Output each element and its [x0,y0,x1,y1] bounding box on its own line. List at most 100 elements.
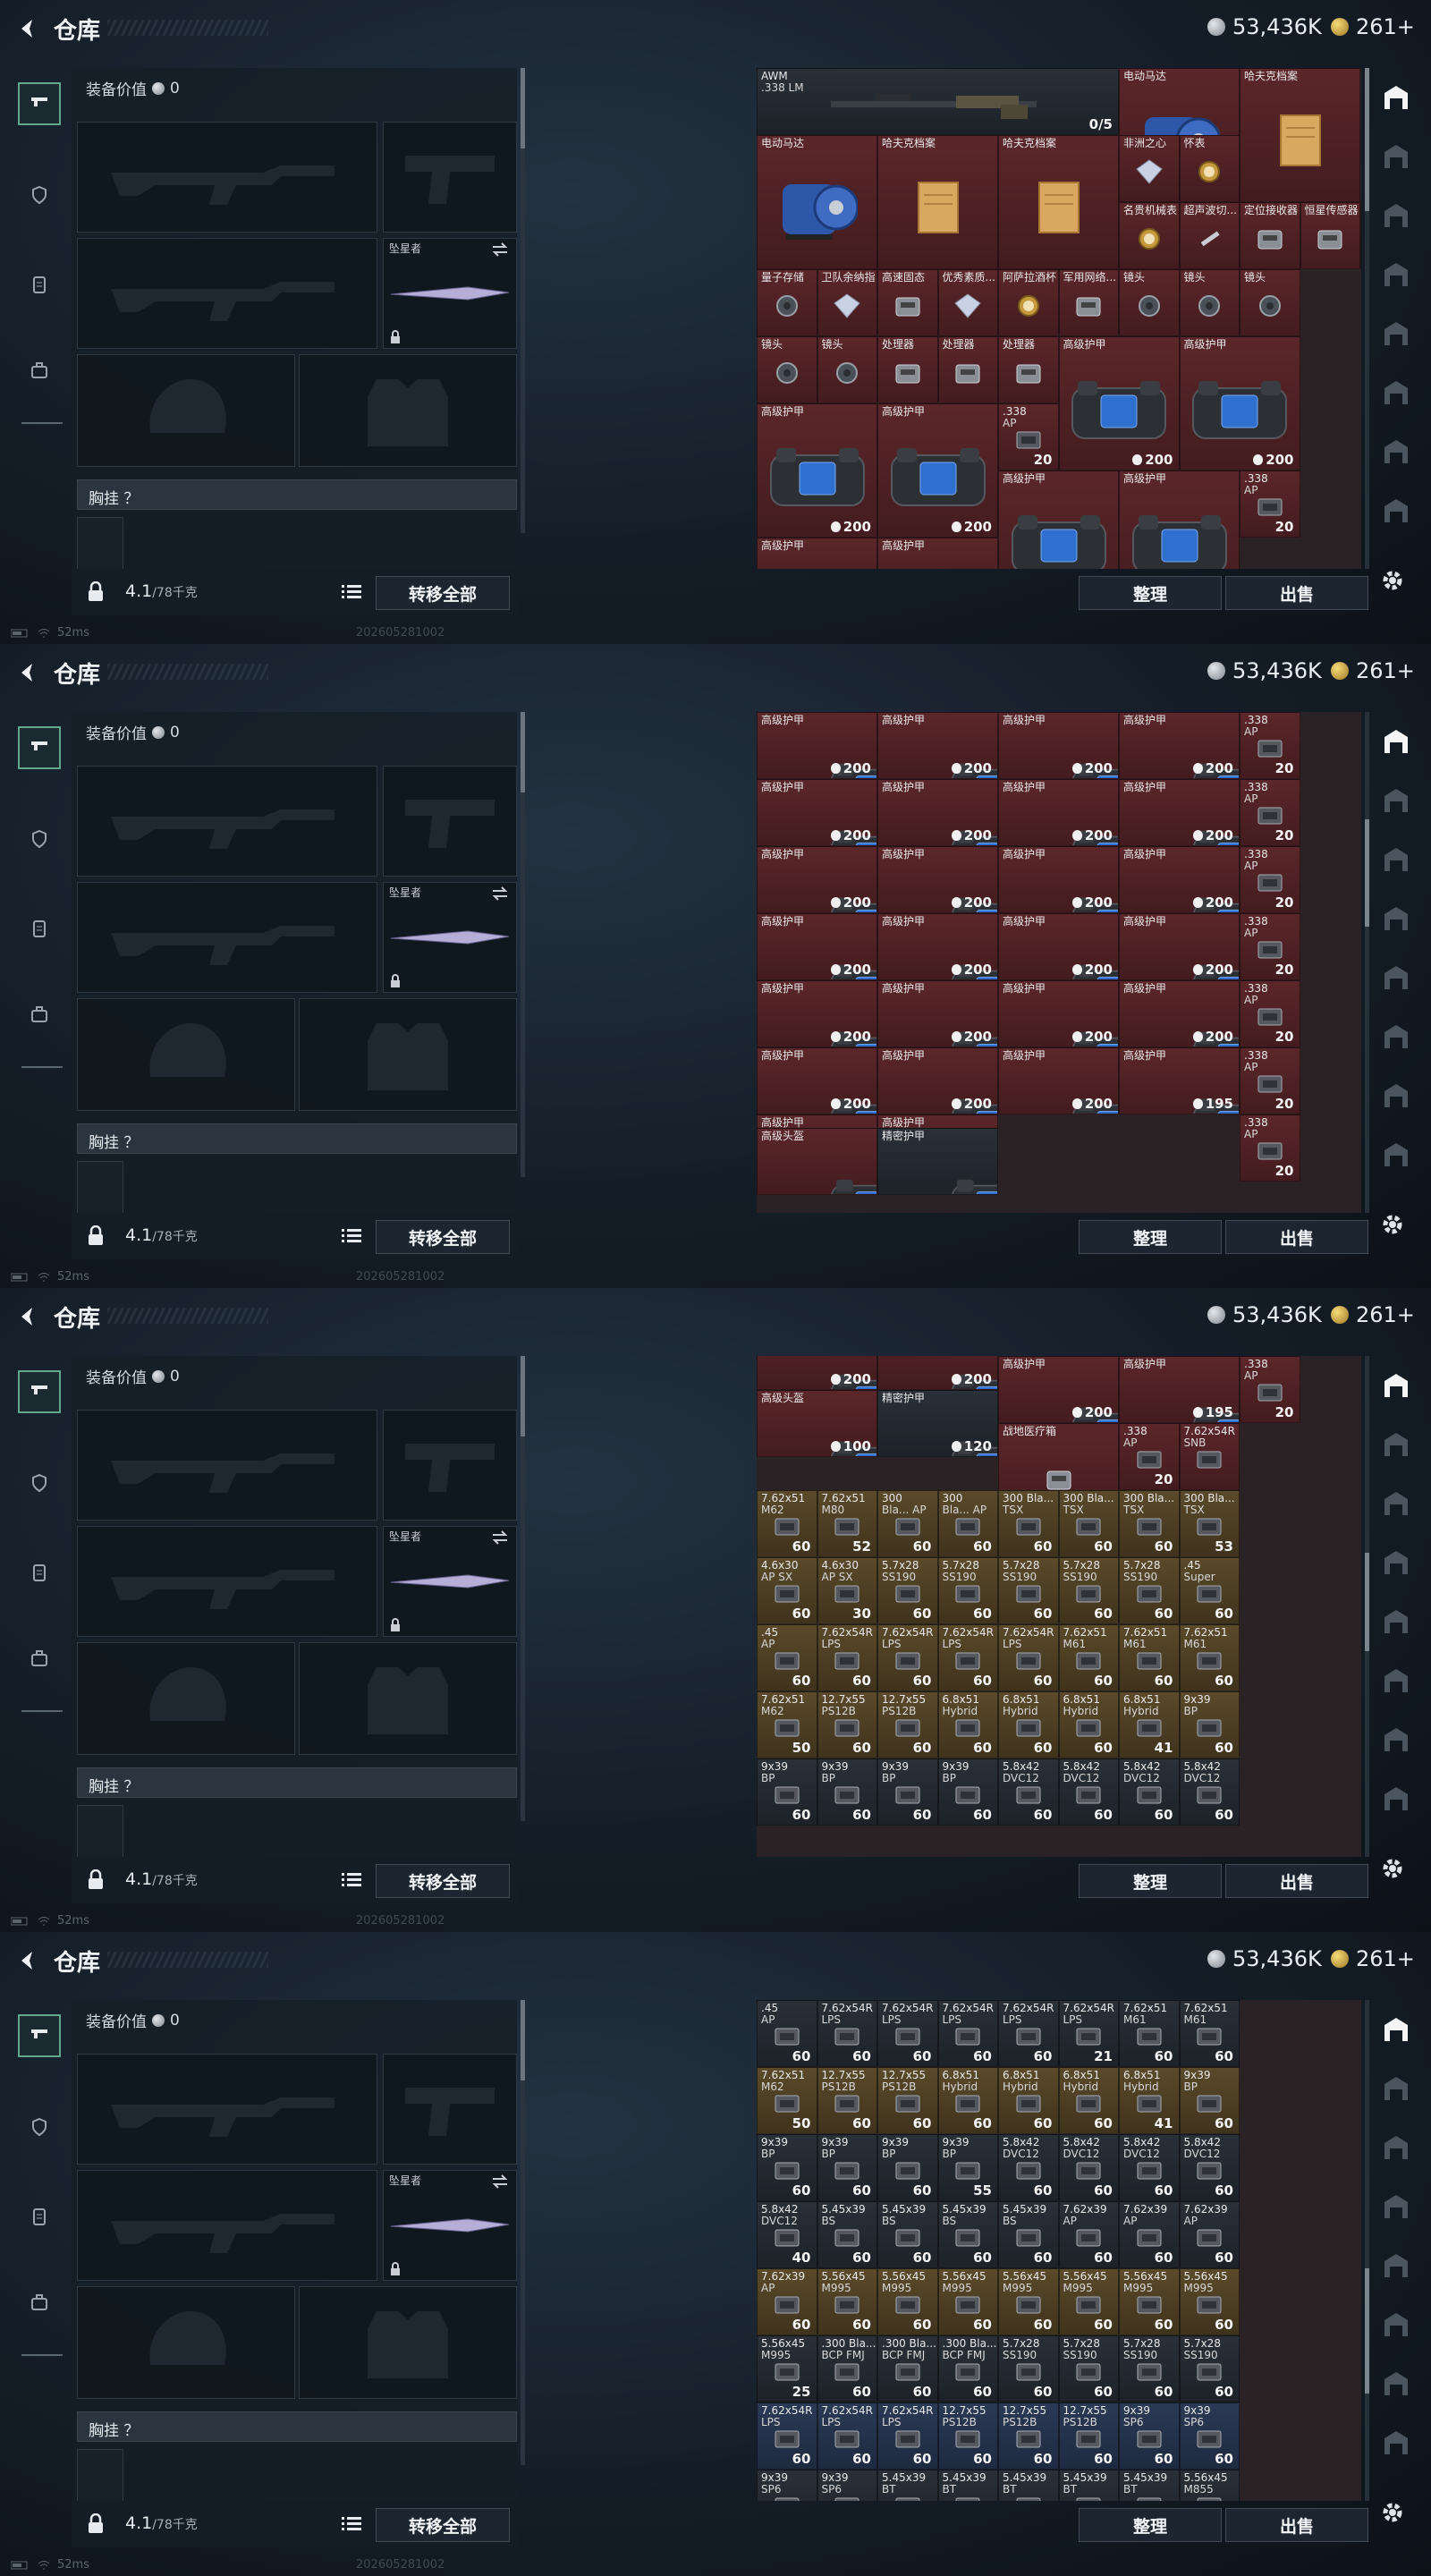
storage-item[interactable]: 5.45x39BT60 [1119,2470,1180,2501]
storage-item[interactable]: .338 AP 20 [1240,1356,1300,1423]
storage-item[interactable]: 高级护甲 200 [998,1047,1119,1114]
storage-item[interactable]: .300 Bla... BCP FMJ 60 [877,2335,938,2402]
storage-item[interactable]: 6.8x51 Hybrid 60 [998,1691,1059,1758]
storage-item[interactable]: 5.45x39 BS 60 [998,2201,1059,2268]
storage-item[interactable]: 高级护甲 200 [757,779,877,846]
storage-item[interactable]: 7.62x51 M61 60 [1119,1624,1180,1691]
storage-item[interactable]: 5.8x42 DVC12 60 [1058,1758,1119,1826]
melee-slot[interactable]: 坠星者 [383,238,517,349]
nav-case[interactable] [18,995,61,1038]
storage-item[interactable]: 5.45x39 BS 60 [877,2201,938,2268]
storage-item[interactable]: 高级护甲 200 [1058,336,1180,470]
primary-weapon-slot[interactable] [77,1410,377,1521]
storage-item[interactable]: 高级护甲 200 [998,846,1119,913]
melee-slot[interactable]: 坠星者 [383,2170,517,2281]
storage-item[interactable]: 7.62x54R LPS 60 [998,1624,1059,1691]
scrollbar-thumb[interactable] [1365,2268,1369,2394]
storage-item[interactable]: 高级护甲 200 [877,779,998,846]
storage-item[interactable]: 5.8x42 DVC12 60 [1179,2134,1240,2201]
storage-item[interactable]: .338 AP 20 [998,403,1059,470]
nav-inventory[interactable] [18,2197,61,2240]
storage-scrollbar[interactable] [1365,68,1369,569]
primary-weapon-slot[interactable] [77,766,377,877]
storage-item[interactable]: 高级护甲 200 [757,1047,877,1114]
storage-item[interactable]: 5.7x28 SS190 60 [937,1557,998,1624]
storage-item[interactable]: .338 AP 20 [1240,846,1300,913]
storage-item[interactable]: 7.62x54R LPS 21 [1058,2000,1119,2067]
storage-item[interactable]: 7.62x54R LPS 60 [757,2402,817,2470]
armor-slot[interactable] [299,998,517,1111]
storage-item[interactable]: 7.62x51 M62 50 [757,2067,817,2134]
secondary-weapon-slot[interactable] [77,1526,377,1637]
storage-item[interactable]: 5.56x45 M995 60 [998,2268,1059,2335]
transfer-all-button[interactable]: 转移全部 [376,1220,510,1254]
storage-item[interactable]: 5.7x28 SS190 60 [877,1557,938,1624]
storage-page-tab[interactable] [1381,1606,1411,1637]
nav-case[interactable] [18,351,61,394]
storage-page-tab[interactable] [1381,1140,1411,1170]
storage-item[interactable]: 镜头 [1119,269,1180,336]
storage-item[interactable]: 7.62x54R SNB [1179,1423,1240,1490]
storage-item[interactable]: AWM .338 LM 0/5 [757,68,1119,135]
storage-item[interactable]: 精密护甲 [877,1128,998,1195]
armor-slot[interactable] [299,2286,517,2399]
back-icon[interactable] [14,1948,39,1973]
storage-item[interactable]: 7.62x54R LPS 60 [877,2402,938,2470]
storage-item[interactable]: .338 AP 20 [1240,1047,1300,1114]
helmet-slot[interactable] [77,998,295,1111]
storage-item[interactable]: 12.7x55 PS12B 60 [1058,2402,1119,2470]
storage-item[interactable]: 7.62x39 AP 60 [757,2268,817,2335]
equipment-scrollbar[interactable] [521,1356,525,1821]
gear-icon[interactable] [1377,1853,1408,1884]
storage-item[interactable]: 5.7x28 SS190 60 [1058,1557,1119,1624]
storage-page-tab[interactable] [1381,2191,1411,2222]
secondary-weapon-slot[interactable] [77,882,377,993]
storage-item[interactable]: 7.62x54R LPS 60 [998,2000,1059,2067]
storage-item[interactable]: 5.7x28 SS190 60 [1119,2335,1180,2402]
storage-item[interactable]: 7.62x54R LPS 60 [877,2000,938,2067]
storage-item[interactable]: 5.56x45 M995 60 [1058,2268,1119,2335]
gold-balance[interactable]: 261+ [1331,1946,1415,1971]
storage-item[interactable]: 6.8x51 Hybrid 41 [1119,2067,1180,2134]
storage-item[interactable]: 200 [877,1356,998,1390]
storage-item[interactable]: 哈夫克档案 [877,135,998,269]
storage-page-tab[interactable] [1381,2132,1411,2163]
storage-item[interactable]: 7.62x51 M61 60 [1179,2000,1240,2067]
storage-scrollbar[interactable] [1365,712,1369,1213]
storage-item[interactable]: 9x39SP660 [1119,2402,1180,2470]
storage-item[interactable]: 12.7x55 PS12B 60 [877,1691,938,1758]
storage-page-tab[interactable] [1381,1080,1411,1111]
storage-item[interactable]: 300 Bla... AP 60 [937,1490,998,1557]
storage-item[interactable]: 高级护甲 200 [757,403,877,538]
storage-item[interactable]: .45 Super 60 [1179,1557,1240,1624]
storage-item[interactable]: 高级护甲 [757,538,877,569]
chest-rig-slot[interactable] [77,2449,123,2503]
helmet-slot[interactable] [77,354,295,467]
storage-item[interactable]: 5.8x42 DVC12 60 [1179,1758,1240,1826]
sort-button[interactable]: 整理 [1079,2508,1222,2542]
storage-item[interactable]: 9x39SP660 [817,2470,877,2501]
transfer-all-button[interactable]: 转移全部 [376,1864,510,1898]
scrollbar-thumb[interactable] [521,2000,525,2080]
list-icon[interactable] [342,1227,361,1243]
scrollbar-thumb[interactable] [521,1356,525,1436]
storage-item[interactable]: 9x39 BP 55 [937,2134,998,2201]
storage-page-tab[interactable] [1381,2309,1411,2340]
storage-item[interactable]: 9x39 BP 60 [817,2134,877,2201]
storage-item[interactable]: 量子存储 [757,269,817,336]
armor-slot[interactable] [299,1642,517,1755]
storage-item[interactable]: 高级护甲 [998,470,1119,569]
storage-item[interactable]: 9x39 BP 60 [1179,1691,1240,1758]
storage-item[interactable]: 高级护甲 200 [1119,779,1240,846]
storage-item[interactable]: 9x39 BP 60 [937,1758,998,1826]
storage-item[interactable]: 高级护甲 200 [998,913,1119,980]
storage-item[interactable]: 高级护甲 200 [998,779,1119,846]
storage-page-tab[interactable] [1381,2368,1411,2399]
sidearm-slot[interactable] [383,1410,517,1521]
storage-item[interactable]: 9x39 BP 60 [1179,2067,1240,2134]
back-icon[interactable] [14,16,39,41]
storage-item[interactable]: 9x39 BP 60 [877,2134,938,2201]
sort-button[interactable]: 整理 [1079,576,1222,610]
storage-item[interactable]: 高级护甲 200 [757,913,877,980]
chest-rig-slot[interactable] [77,1805,123,1859]
